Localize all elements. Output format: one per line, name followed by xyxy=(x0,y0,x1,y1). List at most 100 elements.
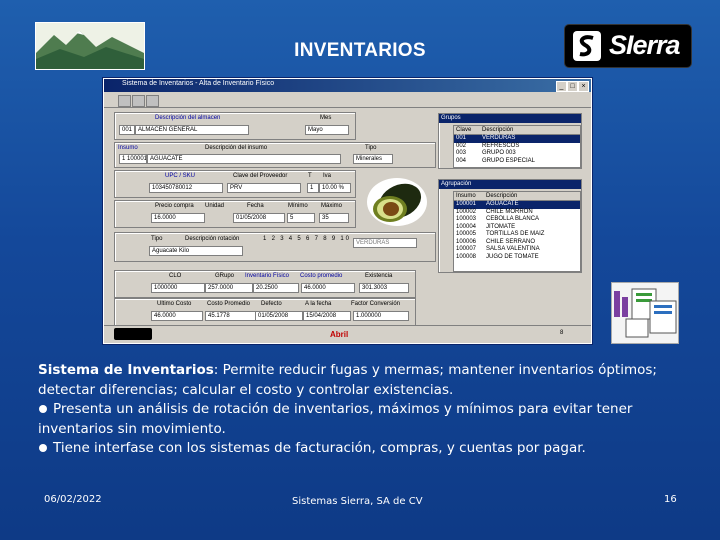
list-item[interactable]: 001 VERDURAS xyxy=(454,135,580,143)
grupo-field[interactable]: 257.0000 xyxy=(205,283,253,293)
clo-label: CLO xyxy=(169,273,182,279)
list-item[interactable]: 003 GRUPO 003 xyxy=(454,150,580,158)
iva-field[interactable]: 10.00 % xyxy=(319,183,351,193)
upc-label: UPC / SKU xyxy=(165,173,196,179)
close-button[interactable]: × xyxy=(578,81,589,92)
precios-group: Precio compra Unidad Fecha Mínimo Máximo… xyxy=(114,200,356,228)
costos-group: Ultimo Costo Costo Promedio Defecto A la… xyxy=(114,298,416,326)
almacen-code-field[interactable]: 001 xyxy=(119,125,135,135)
inventario-fisico-field[interactable]: 20.2500 xyxy=(253,283,299,293)
rotacion-group: Tipo Descripción rotación 1 2 3 4 5 6 7 … xyxy=(114,232,436,262)
costo-promedio2-field[interactable]: 45.1778 xyxy=(205,311,257,321)
description-bullet-1: Presenta un análisis de rotación de inve… xyxy=(38,401,633,437)
list-item[interactable]: 100008 JUGO DE TOMATE xyxy=(454,254,580,262)
exit-icon[interactable] xyxy=(146,95,159,107)
minimo-label: Mínimo xyxy=(288,203,308,209)
new-icon[interactable] xyxy=(132,95,145,107)
description-bullet-2: Tiene interfase con los sistemas de fact… xyxy=(53,440,586,456)
defecto-label: Defecto xyxy=(261,301,282,307)
logo-mark-icon xyxy=(573,31,601,61)
maximize-button[interactable]: □ xyxy=(567,81,578,92)
maximo-field[interactable]: 35 xyxy=(319,213,349,223)
agrupacion-panel: Agrupación Insumo Descripción 100001 AGUAC… xyxy=(438,179,582,273)
bullet-icon xyxy=(39,443,47,452)
factor-label: Factor Conversión xyxy=(351,301,401,307)
list-item[interactable]: 100001 AGUACATE xyxy=(454,201,580,209)
upc-field[interactable]: 103450780012 xyxy=(149,183,223,193)
agrupacion-title: Agrupación xyxy=(439,180,581,189)
precio-compra-label: Precio compra xyxy=(155,203,194,209)
unidad-label: Unidad xyxy=(205,203,225,209)
footer-page-number: 16 xyxy=(664,494,677,505)
tipo-select[interactable]: Minerales xyxy=(353,154,393,164)
grupos-col-desc: Descripción xyxy=(482,127,514,133)
grupos-title: Grupos xyxy=(439,114,581,123)
defecto-field[interactable]: 01/05/2008 xyxy=(255,311,303,321)
list-item[interactable]: 100003 CEBOLLA BLANCA xyxy=(454,216,580,224)
minimo-field[interactable]: 5 xyxy=(287,213,315,223)
costo-promedio-label: Costo promedio xyxy=(300,273,343,279)
status-month: Abril xyxy=(330,330,349,339)
almacen-name-field[interactable]: ALMACEN GENERAL xyxy=(135,125,249,135)
aguacate-combo[interactable]: VERDURAS xyxy=(353,238,417,248)
inventory-window: Sistema de Inventarios - Alta de Inventa… xyxy=(103,78,592,344)
description-text: Sistema de Inventarios: Permite reducir … xyxy=(38,361,698,459)
list-item[interactable]: 100005 TORTILLAS DE MAIZ xyxy=(454,231,580,239)
insumo-name-field[interactable]: AGUACATE xyxy=(147,154,341,164)
list-item[interactable]: 100007 SALSA VALENTINA xyxy=(454,246,580,254)
ultimo-costo-field[interactable]: 46.0000 xyxy=(151,311,203,321)
grupos-list[interactable]: Clave Descripción 001 VERDURAS 002 REFRESCO… xyxy=(453,125,581,168)
agrupacion-list[interactable]: Insumo Descripción 100001 AGUACATE 100002 C… xyxy=(453,191,581,272)
minimize-button[interactable]: _ xyxy=(556,81,567,92)
bullet-icon xyxy=(39,404,47,413)
existencias-group: CLO GRupo Inventario Físico Costo promed… xyxy=(114,270,416,298)
existencia-label: Existencia xyxy=(365,273,393,279)
tipo-label: Tipo xyxy=(365,145,377,151)
save-icon[interactable] xyxy=(118,95,131,107)
a-la-fecha-label: A la fecha xyxy=(305,301,332,307)
avocado-image xyxy=(366,171,428,233)
agrupacion-col-insumo: Insumo xyxy=(456,193,476,199)
list-item[interactable]: 100004 JITOMATE xyxy=(454,224,580,232)
fecha-field[interactable]: 01/05/2008 xyxy=(233,213,285,223)
sierra-logo: SIerra xyxy=(564,24,692,68)
window-titlebar: Sistema de Inventarios - Alta de Inventa… xyxy=(104,79,591,92)
ultimo-costo-label: Ultimo Costo xyxy=(157,301,192,307)
status-logo-icon xyxy=(114,328,152,340)
footer-company: Sistemas Sierra, SA de CV xyxy=(292,496,423,507)
list-item[interactable]: 100006 CHILE SERRANO xyxy=(454,239,580,247)
grupo-label: GRupo xyxy=(215,273,235,279)
iva-label: Iva xyxy=(323,173,332,179)
clave-proveedor-label: Clave del Proveedor xyxy=(233,173,288,179)
insumo-desc-label: Descripción del insumo xyxy=(205,145,268,151)
rotacion-tipo-label: Tipo xyxy=(151,236,163,242)
precio-compra-field[interactable]: 16.0000 xyxy=(151,213,205,223)
agrupacion-col-desc: Descripción xyxy=(486,193,518,199)
rotacion-desc-label: Descripción rotación xyxy=(185,236,240,242)
description-lead: Sistema de Inventarios xyxy=(38,362,214,378)
costo-promedio2-label: Costo Promedio xyxy=(207,301,251,307)
insumo-code-field[interactable]: 1 100001 xyxy=(119,154,147,164)
proveedor-group: UPC / SKU Clave del Proveedor T Iva 1034… xyxy=(114,170,356,198)
fecha-label: Fecha xyxy=(247,203,264,209)
costo-promedio-field[interactable]: 46.0000 xyxy=(301,283,355,293)
existencia-field[interactable]: 301.3003 xyxy=(359,283,409,293)
rotacion-field[interactable]: Aguacate Kilo xyxy=(149,246,243,256)
grupos-col-clave: Clave xyxy=(456,127,472,133)
t-field[interactable]: 1 xyxy=(307,183,319,193)
list-item[interactable]: 100002 CHILE MORRON xyxy=(454,209,580,217)
report-clipart-icon xyxy=(611,282,679,344)
maximo-label: Máximo xyxy=(321,203,343,209)
factor-field[interactable]: 1.000000 xyxy=(353,311,409,321)
list-item[interactable]: 004 GRUPO ESPECIAL xyxy=(454,158,580,166)
t-label: T xyxy=(308,173,312,179)
a-la-fecha-field[interactable]: 15/04/2008 xyxy=(303,311,351,321)
mes-select[interactable]: Mayo xyxy=(305,125,349,135)
clo-field[interactable]: 1000000 xyxy=(151,283,205,293)
list-item[interactable]: 002 REFRESCOS xyxy=(454,143,580,151)
window-title: Sistema de Inventarios - Alta de Inventa… xyxy=(122,80,275,87)
clave-proveedor-field[interactable]: PRV xyxy=(227,183,301,193)
footer-date: 06/02/2022 xyxy=(44,494,102,505)
rotacion-numbers: 1 2 3 4 5 6 7 8 9 10 xyxy=(263,236,351,242)
grupos-panel: Grupos Clave Descripción 001 VERDURAS 002 R… xyxy=(438,113,582,169)
